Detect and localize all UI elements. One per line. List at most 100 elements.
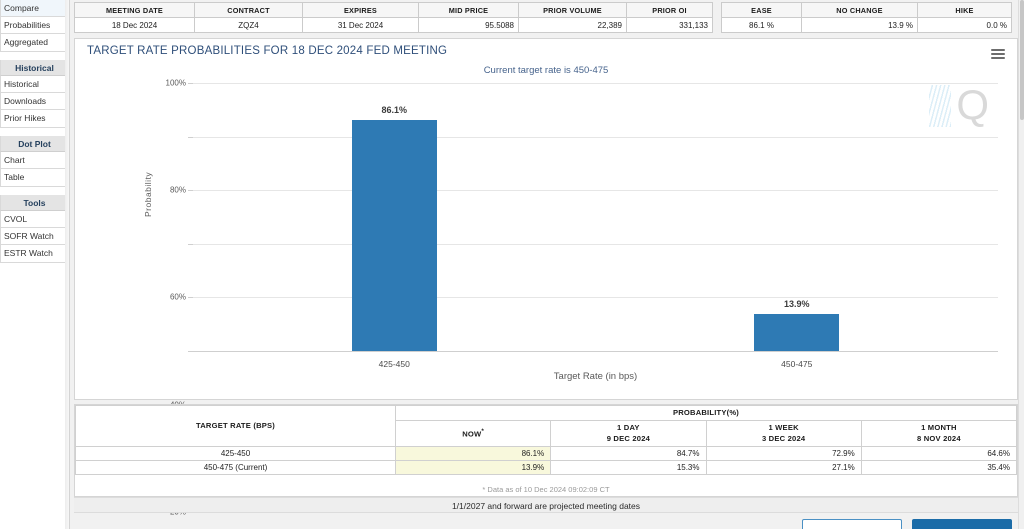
sidebar-item-downloads[interactable]: Downloads [0, 93, 69, 110]
main-content: MEETING DATECONTRACTEXPIRESMID PRICE PRIO… [70, 0, 1024, 529]
bar-value-label: 86.1% [381, 105, 407, 115]
probability-table-body: 425-45086.1%84.7%72.9%64.6%450-475 (Curr… [76, 446, 1017, 474]
y-axis-tick-label: 80% [170, 186, 186, 195]
summary-tables-row: MEETING DATECONTRACTEXPIRESMID PRICE PRIO… [70, 0, 1024, 34]
hamburger-menu-icon[interactable] [991, 49, 1005, 61]
y-axis-tick-mark [188, 190, 193, 191]
probability-cell-one-day: 15.3% [551, 460, 706, 474]
ease-nochange-hike-table: EASENO CHANGEHIKE 86.1 %13.9 %0.0 % [721, 2, 1012, 33]
sidebar-spacer [0, 187, 69, 195]
gridline: 80% [193, 137, 998, 138]
sidebar-sections: HistoricalHistoricalDownloadsPrior Hikes… [0, 52, 69, 263]
sidebar-item-prior-hikes[interactable]: Prior Hikes [0, 110, 69, 127]
contract-summary-header-expires: EXPIRES [303, 3, 419, 18]
sidebar-item-aggregated[interactable]: Aggregated [0, 34, 69, 51]
sidebar-section-title-dot-plot: Dot Plot [0, 136, 69, 153]
vertical-scrollbar-thumb[interactable] [1020, 0, 1024, 120]
probability-column-header-label: NOW [462, 429, 481, 438]
projected-meeting-dates-note: 1/1/2027 and forward are projected meeti… [74, 497, 1018, 513]
contract-summary-header-meeting-date: MEETING DATE [75, 3, 195, 18]
y-axis-tick-mark [188, 297, 193, 298]
contract-summary-table: MEETING DATECONTRACTEXPIRESMID PRICE PRIO… [74, 2, 713, 33]
x-axis-tick-label: 425-450 [379, 359, 410, 369]
y-axis-tick-label: 60% [170, 293, 186, 302]
contract-summary-cell-prior-oi: 331,133 [627, 18, 713, 33]
sidebar-scroll-edge [65, 0, 69, 529]
sidebar-section-title-tools: Tools [0, 195, 69, 212]
gridline: 20% [193, 297, 998, 298]
sidebar-item-cvol[interactable]: CVOL [0, 211, 69, 228]
gridline: 60% [193, 190, 998, 191]
hamburger-bar [991, 57, 1005, 59]
sidebar-item-sofr-watch[interactable]: SOFR Watch [0, 228, 69, 245]
bar-value-label: 13.9% [784, 299, 810, 309]
sidebar-top-items: CompareProbabilitiesAggregated [0, 0, 69, 52]
chart-panel: TARGET RATE PROBABILITIES FOR 18 DEC 202… [74, 38, 1018, 400]
probability-column-header-label: 1 MONTH [921, 423, 957, 432]
probability-cell-one-month: 64.6% [861, 446, 1016, 460]
gridline: 0% [193, 351, 998, 352]
bar-group: 86.1%425-450 [352, 83, 437, 351]
contract-summary-cell-mid-price: 95.5088 [419, 18, 519, 33]
contract-summary-header-mid-price: MID PRICE [419, 3, 519, 18]
y-axis-tick-mark [188, 244, 193, 245]
bar-425-450[interactable] [352, 120, 437, 351]
ease-nochange-hike-cell-no-change: 13.9 % [802, 18, 918, 33]
sidebar-item-table[interactable]: Table [0, 169, 69, 186]
sidebar-item-compare[interactable]: Compare [0, 0, 69, 17]
probability-column-header-label: 1 DAY [617, 423, 640, 432]
vertical-scrollbar[interactable] [1018, 0, 1024, 529]
probability-column-header-date: 8 NOV 2024 [917, 434, 961, 443]
probability-column-header-1-week: 1 WEEK3 DEC 2024 [706, 421, 861, 447]
probability-cell-one-week: 72.9% [706, 446, 861, 460]
probability-cell-one-day: 84.7% [551, 446, 706, 460]
ease-nochange-hike-header-ease: EASE [722, 3, 802, 18]
probability-column-header-date: 9 DEC 2024 [607, 434, 650, 443]
primary-action-button[interactable] [912, 519, 1012, 529]
sidebar: CompareProbabilitiesAggregated Historica… [0, 0, 70, 529]
cme-fedwatch-app: CompareProbabilitiesAggregated Historica… [0, 0, 1024, 529]
y-axis-label: Probability [143, 172, 153, 217]
target-rate-cell: 450-475 (Current) [76, 460, 396, 474]
chart-title: TARGET RATE PROBABILITIES FOR 18 DEC 202… [87, 45, 447, 57]
contract-summary-cell-meeting-date: 18 Dec 2024 [75, 18, 195, 33]
ease-nochange-hike-cell-ease: 86.1 % [722, 18, 802, 33]
contract-summary-cell-expires: 31 Dec 2024 [303, 18, 419, 33]
contract-summary-header-prior-oi: PRIOR OI [627, 3, 713, 18]
probability-table-group-header-row: TARGET RATE (BPS) PROBABILITY(%) [76, 406, 1017, 421]
bar-group: 13.9%450-475 [754, 83, 839, 351]
probability-column-header-1-month: 1 MONTH 8 NOV 2024 [861, 421, 1016, 447]
sidebar-item-probabilities[interactable]: Probabilities [0, 17, 69, 34]
hamburger-bar [991, 53, 1005, 55]
sidebar-item-chart[interactable]: Chart [0, 152, 69, 169]
sidebar-item-historical[interactable]: Historical [0, 76, 69, 93]
probability-cell-now: 13.9% [396, 460, 551, 474]
probability-column-header-date: 3 DEC 2024 [762, 434, 805, 443]
bar-450-475[interactable] [754, 314, 839, 351]
action-button-row [802, 519, 1012, 529]
secondary-action-button[interactable] [802, 519, 902, 529]
chart-plot-area: 0%20%40%60%80%100% 86.1%425-45013.9%450-… [193, 83, 998, 351]
sidebar-spacer [0, 52, 69, 60]
y-axis-tick-mark [188, 83, 193, 84]
ease-nochange-hike-cell-hike: 0.0 % [918, 18, 1012, 33]
ease-nochange-hike-header-hike: HIKE [918, 3, 1012, 18]
probability-table-panel: TARGET RATE (BPS) PROBABILITY(%) NOW*1 D… [74, 404, 1018, 497]
sidebar-item-estr-watch[interactable]: ESTR Watch [0, 245, 69, 262]
table-row: 450-475 (Current)13.9%15.3%27.1%35.4% [76, 460, 1017, 474]
ease-nochange-hike-header-no-change: NO CHANGE [802, 3, 918, 18]
sidebar-spacer [0, 128, 69, 136]
y-axis-tick-label: 100% [166, 79, 186, 88]
contract-summary-cell-contract: ZQZ4 [195, 18, 303, 33]
probability-group-header: PROBABILITY(%) [396, 406, 1017, 421]
x-axis-tick-label: 450-475 [781, 359, 812, 369]
probability-column-header-1-day: 1 DAY 9 DEC 2024 [551, 421, 706, 447]
data-timestamp-footnote: * Data as of 10 Dec 2024 09:02:09 CT [75, 485, 1017, 494]
contract-summary-data-row: 18 Dec 2024ZQZ431 Dec 202495.508822,3893… [75, 18, 713, 33]
target-rate-header: TARGET RATE (BPS) [76, 406, 396, 447]
probability-cell-now: 86.1% [396, 446, 551, 460]
x-axis-label: Target Rate (in bps) [193, 371, 998, 382]
contract-summary-header-contract: CONTRACT [195, 3, 303, 18]
sidebar-section-title-historical: Historical [0, 60, 69, 77]
gridline: 40% [193, 244, 998, 245]
